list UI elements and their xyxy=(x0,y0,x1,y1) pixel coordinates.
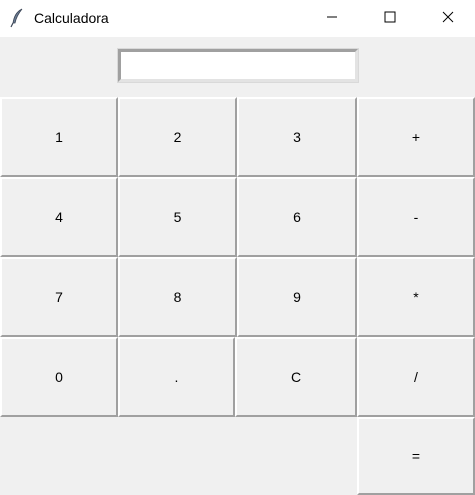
key-4-button[interactable]: 4 xyxy=(0,177,118,257)
key-0-button[interactable]: 0 xyxy=(0,337,118,417)
key-8-button[interactable]: 8 xyxy=(118,257,237,337)
clear-button[interactable]: C xyxy=(235,337,357,417)
decimal-point-button[interactable]: . xyxy=(118,337,235,417)
key-1-button[interactable]: 1 xyxy=(0,97,118,177)
minus-button[interactable]: - xyxy=(357,177,475,257)
maximize-button[interactable] xyxy=(361,0,419,37)
window-title: Calculadora xyxy=(34,10,109,26)
feather-icon xyxy=(9,8,27,28)
divide-button[interactable]: / xyxy=(357,337,475,417)
equals-button[interactable]: = xyxy=(357,417,475,495)
close-button[interactable] xyxy=(419,0,475,37)
key-2-button[interactable]: 2 xyxy=(118,97,237,177)
key-6-button[interactable]: 6 xyxy=(237,177,357,257)
minimize-button[interactable] xyxy=(303,0,361,37)
maximize-icon xyxy=(384,10,396,28)
key-5-button[interactable]: 5 xyxy=(118,177,237,257)
calculator-body: 1 2 3 + 4 5 6 - 7 8 9 * 0 . C / = xyxy=(0,37,475,495)
key-9-button[interactable]: 9 xyxy=(237,257,357,337)
minimize-icon xyxy=(326,10,338,28)
key-7-button[interactable]: 7 xyxy=(0,257,118,337)
display-field[interactable] xyxy=(117,48,359,83)
title-bar: Calculadora xyxy=(0,0,475,37)
key-3-button[interactable]: 3 xyxy=(237,97,357,177)
close-icon xyxy=(442,10,454,28)
plus-button[interactable]: + xyxy=(357,97,475,177)
multiply-button[interactable]: * xyxy=(357,257,475,337)
